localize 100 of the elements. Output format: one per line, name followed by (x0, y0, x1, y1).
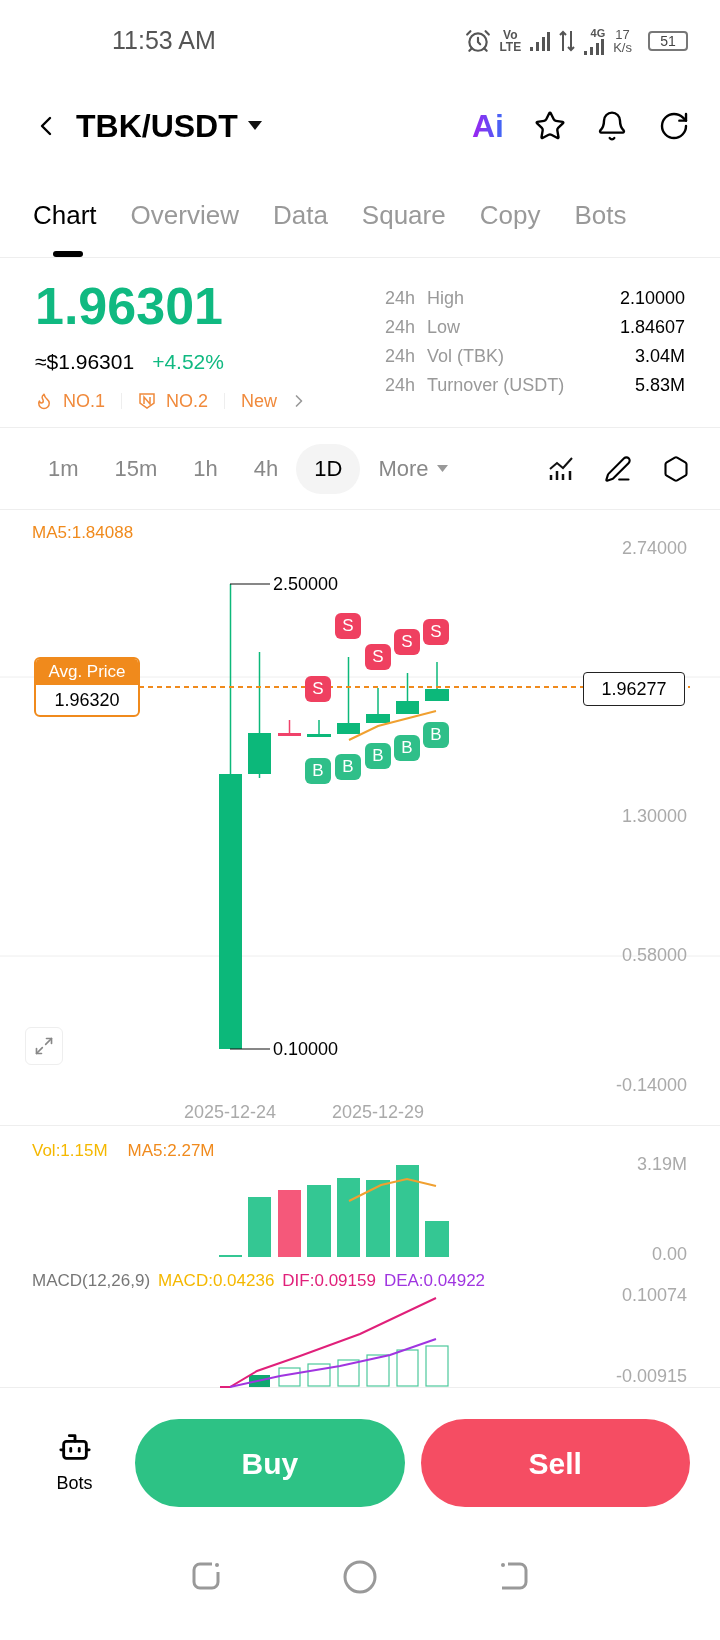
stat-value: 3.04M (634, 346, 685, 367)
avg-price-value: 1.96320 (53, 689, 121, 712)
draw-pen-icon[interactable] (604, 454, 632, 483)
usd-price: ≈$1.96301 (35, 349, 135, 375)
sell-marker: S (305, 676, 331, 702)
candle (366, 687, 390, 724)
macd-bar (307, 1363, 331, 1387)
axis-label: 0.10074 (621, 1286, 687, 1304)
candle (278, 719, 301, 737)
dea-value: DEA:0.04922 (383, 1270, 486, 1292)
timeframe-tab[interactable]: 1h (175, 443, 236, 494)
stat-value: 2.10000 (619, 288, 685, 309)
sell-marker: S (335, 613, 361, 639)
volume-bar (248, 1197, 271, 1257)
settings-hexagon-icon[interactable] (662, 454, 690, 483)
ranking-tag: NO.2 (166, 387, 209, 415)
current-price-label: 1.96277 (583, 672, 685, 706)
last-price: 1.96301 (35, 280, 224, 332)
dropdown-caret-icon[interactable] (247, 121, 262, 131)
stat-label: Turnover (USDT) (427, 375, 565, 396)
volume-bar (307, 1185, 331, 1257)
notification-bell-icon[interactable] (596, 110, 628, 142)
axis-label: 2.74000 (621, 539, 687, 557)
ranking-tag: NO.1 (63, 387, 105, 415)
tab[interactable]: Chart (33, 196, 97, 257)
leader-line (229, 1048, 271, 1050)
buy-button[interactable]: Buy (135, 1419, 405, 1507)
stat-label: Vol (TBK) (427, 346, 505, 367)
stat-period: 24h (385, 317, 417, 338)
timeframe-tab[interactable]: 4h (235, 443, 297, 494)
network-label: 4G (590, 27, 606, 39)
stat-period: 24h (385, 288, 417, 309)
indicators-icon[interactable] (548, 455, 574, 482)
timeframe-tab[interactable]: 1m (30, 443, 97, 494)
stat-label: Low (427, 317, 461, 338)
macd-bar (337, 1359, 360, 1387)
pair-selector[interactable]: TBK/USDT (76, 102, 262, 150)
axis-label: 1.30000 (621, 807, 687, 825)
alarm-icon (465, 28, 492, 54)
bots-button[interactable]: Bots (30, 1429, 120, 1497)
tab[interactable]: Data (272, 196, 328, 257)
candle (396, 672, 419, 715)
high-price-label: 2.50000 (273, 575, 339, 593)
tab[interactable]: Copy (479, 196, 541, 257)
candle (425, 661, 449, 702)
leader-line (229, 583, 271, 585)
stat-period: 24h (385, 375, 417, 396)
tab[interactable]: Overview (130, 196, 239, 257)
home-icon[interactable] (343, 1560, 377, 1594)
timeframe-tab[interactable]: 15m (96, 443, 176, 494)
stat-period: 24h (385, 346, 417, 367)
n-badge-icon (138, 392, 156, 410)
axis-label: 0.00 (651, 1245, 687, 1263)
date-label: 2025-12-24 (183, 1103, 277, 1121)
speed-unit: K/s (613, 41, 632, 54)
macd-title: MACD(12,26,9) (32, 1270, 151, 1292)
axis-label: 0.58000 (621, 946, 687, 964)
candle (307, 719, 331, 738)
volte-label: LTE (499, 41, 522, 53)
favorite-star-icon[interactable] (534, 110, 566, 142)
tab[interactable]: Square (361, 196, 446, 257)
axis-label: -0.00915 (615, 1367, 687, 1385)
low-price-label: 0.10000 (273, 1040, 339, 1058)
ma-label: MA5:1.84088 (32, 522, 134, 544)
macd-bar (366, 1354, 390, 1387)
stat-value: 5.83M (634, 375, 685, 396)
status-time: 11:53 AM (112, 25, 216, 57)
volte-label: Vo (503, 29, 518, 41)
buy-marker: B (394, 735, 420, 761)
recent-apps-icon[interactable] (190, 1560, 223, 1592)
flame-icon (35, 392, 53, 410)
sell-marker: S (394, 629, 420, 655)
tab[interactable]: Bots (574, 196, 627, 257)
sell-marker: S (423, 619, 449, 645)
timeframe-tab[interactable]: 1D (296, 443, 361, 494)
buy-marker: B (335, 754, 361, 780)
axis-label: 3.19M (636, 1155, 687, 1173)
signal-icon (583, 38, 606, 55)
volume-bar (425, 1221, 449, 1257)
macd-bar (278, 1367, 301, 1387)
fullscreen-button[interactable] (25, 1027, 63, 1065)
sell-marker: S (365, 644, 391, 670)
sell-button[interactable]: Sell (420, 1419, 690, 1507)
timeframe-tab[interactable]: More (360, 443, 466, 494)
volume-ma-label: MA5:2.27M (127, 1140, 215, 1162)
stat-label: High (427, 288, 465, 309)
expand-icon[interactable] (34, 1036, 54, 1056)
buy-marker: B (423, 722, 449, 748)
ranking-tag[interactable]: New (241, 387, 278, 415)
battery-indicator: 51 (648, 31, 688, 51)
macd-value: MACD:0.04236 (158, 1270, 275, 1292)
volume-label: Vol:1.15M (32, 1140, 108, 1162)
stat-value: 1.84607 (619, 317, 685, 338)
price-change: +4.52% (152, 349, 224, 375)
macd-bar (425, 1345, 449, 1387)
signal-icon (529, 30, 552, 52)
date-label: 2025-12-29 (331, 1103, 425, 1121)
volume-bar (278, 1190, 301, 1257)
buy-marker: B (365, 743, 391, 769)
axis-label: -0.14000 (615, 1076, 687, 1094)
